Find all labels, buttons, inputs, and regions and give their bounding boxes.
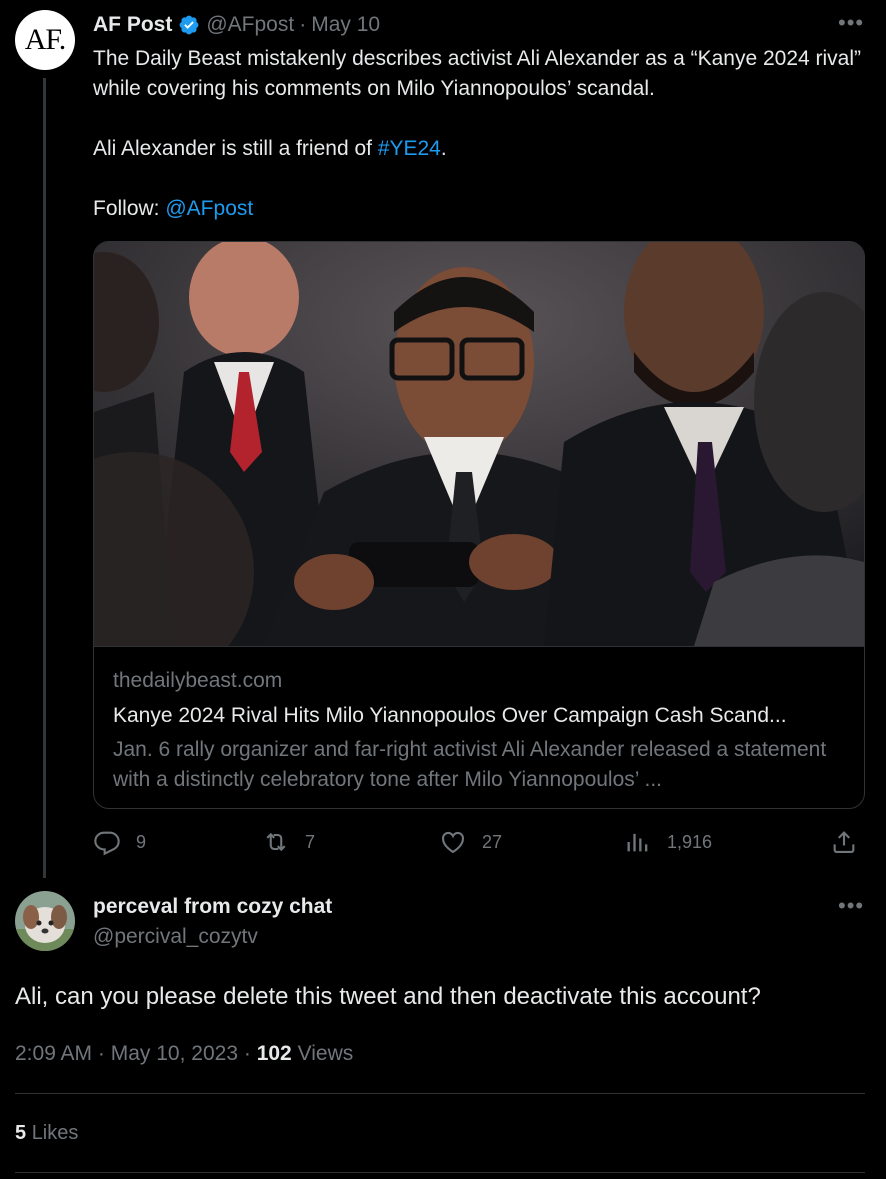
- divider: [15, 1172, 865, 1173]
- author-name[interactable]: AF Post: [93, 13, 172, 37]
- tweet-text-fragment: .: [440, 137, 447, 160]
- views-count: 102: [256, 1042, 292, 1065]
- link-preview-card[interactable]: thedailybeast.com Kanye 2024 Rival Hits …: [93, 241, 865, 809]
- tweet-text-fragment: Ali Alexander is still a friend of: [93, 137, 378, 160]
- share-button[interactable]: [830, 828, 873, 856]
- more-dots-icon[interactable]: •••: [838, 893, 864, 919]
- reply-icon: [94, 831, 120, 856]
- reply-text: Ali, can you please delete this tweet an…: [15, 983, 761, 1010]
- hashtag-link[interactable]: #YE24: [378, 137, 441, 160]
- likes-summary[interactable]: 5 Likes: [15, 1122, 78, 1145]
- like-button[interactable]: 27: [439, 828, 502, 856]
- link-preview-image[interactable]: [94, 242, 864, 646]
- link-preview-text[interactable]: thedailybeast.com Kanye 2024 Rival Hits …: [94, 646, 864, 808]
- photo-crowd-illustration: [94, 242, 864, 646]
- dog-avatar-icon: [15, 891, 75, 951]
- views-button[interactable]: 1,916: [624, 828, 712, 856]
- mention-link[interactable]: @AFpost: [165, 197, 253, 220]
- tweet-header: AF Post @AFpost · May 10: [93, 13, 380, 37]
- reply-count: 9: [136, 831, 147, 852]
- card-domain: thedailybeast.com: [113, 669, 283, 692]
- reply-author-avatar[interactable]: [15, 891, 75, 951]
- likes-count: 5: [15, 1122, 27, 1144]
- tweet-text-line: Ali Alexander is still a friend of #YE24…: [93, 134, 863, 164]
- reply-author-handle[interactable]: @percival_cozytv: [93, 925, 258, 949]
- reply-metadata: 2:09 AM · May 10, 2023 · 102 Views: [15, 1042, 353, 1066]
- reply-author-name[interactable]: perceval from cozy chat: [93, 895, 332, 919]
- card-title: Kanye 2024 Rival Hits Milo Yiannopoulos …: [113, 704, 787, 727]
- likes-label: Likes: [31, 1122, 79, 1144]
- retweet-count: 7: [305, 831, 316, 852]
- follow-label: Follow:: [93, 197, 166, 220]
- heart-icon: [442, 831, 464, 854]
- tweet-text-line: Follow: @AFpost: [93, 194, 863, 224]
- tweet-text-line: The Daily Beast mistakenly describes act…: [93, 47, 862, 100]
- meta-separator: ·: [97, 1042, 105, 1065]
- retweet-button[interactable]: 7: [262, 828, 315, 856]
- author-handle[interactable]: @AFpost: [206, 13, 294, 37]
- more-dots-icon[interactable]: •••: [838, 10, 864, 36]
- views-label: Views: [297, 1042, 354, 1065]
- meta-separator: ·: [243, 1042, 251, 1065]
- reply-date[interactable]: May 10, 2023: [111, 1042, 238, 1065]
- tweet-date[interactable]: May 10: [311, 13, 380, 37]
- divider: [15, 1093, 865, 1094]
- thread-connector-line: [43, 78, 46, 878]
- share-icon: [833, 831, 855, 853]
- avatar-logo-text: AF.: [24, 23, 66, 56]
- like-count: 27: [482, 831, 503, 852]
- view-count: 1,916: [667, 831, 713, 852]
- card-description: Jan. 6 rally organizer and far-right act…: [113, 738, 827, 791]
- reply-time[interactable]: 2:09 AM: [15, 1042, 92, 1065]
- reply-button[interactable]: 9: [93, 828, 146, 856]
- analytics-icon: [627, 833, 648, 852]
- author-avatar[interactable]: AF.: [15, 10, 75, 70]
- verified-badge-icon: [179, 15, 199, 35]
- header-separator: ·: [299, 13, 307, 36]
- retweet-icon: [266, 832, 286, 852]
- tweet-text: The Daily Beast mistakenly describes act…: [93, 44, 863, 224]
